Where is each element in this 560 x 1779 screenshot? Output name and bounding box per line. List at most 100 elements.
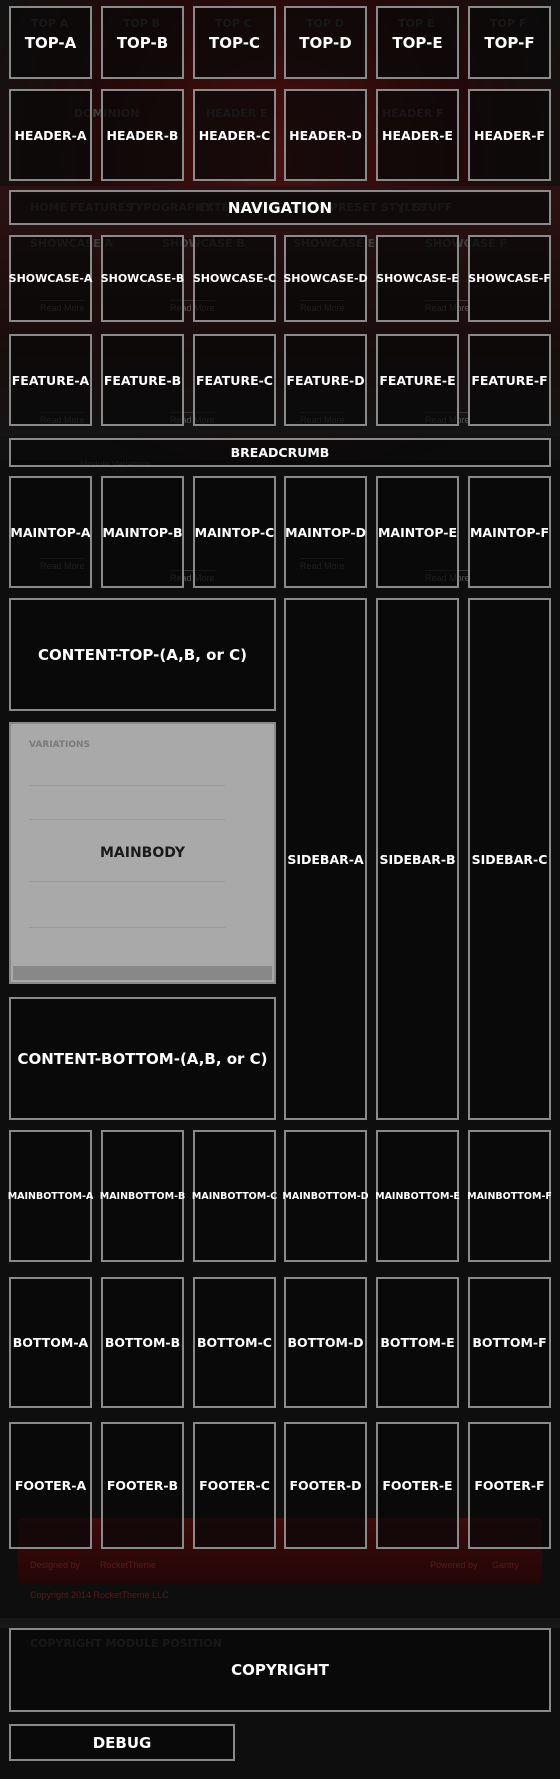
navigation-position-label: NAVIGATION	[227, 198, 333, 217]
top-b-position-label: TOP-B	[116, 33, 169, 52]
mainbottom-a-position: MAINBOTTOM-A	[7, 1130, 94, 1262]
bottom-d-position: BOTTOM-D	[284, 1277, 367, 1408]
content-bottom-position: CONTENT-BOTTOM-(A,B, or C)	[9, 997, 276, 1120]
showcase-c-position-label: SHOWCASE-C	[192, 272, 277, 285]
maintop-b-position: MAINTOP-B	[101, 476, 184, 588]
feature-c-position: FEATURE-C	[193, 334, 276, 426]
bottom-e-position-label: BOTTOM-E	[380, 1335, 455, 1350]
copyright-strip	[0, 1618, 560, 1628]
breadcrumb-position: BREADCRUMB	[9, 438, 551, 467]
showcase-f-position-label: SHOWCASE-F	[468, 272, 551, 285]
content-bottom-position-label: CONTENT-BOTTOM-(A,B, or C)	[17, 1049, 268, 1068]
bottom-c-position: BOTTOM-C	[193, 1277, 276, 1408]
top-e-position-label: TOP-E	[392, 33, 443, 52]
mainbottom-d-position: MAINBOTTOM-D	[282, 1130, 369, 1262]
feature-d-position: FEATURE-D	[284, 334, 367, 426]
showcase-a-position: SHOWCASE-A	[9, 235, 92, 322]
debug-position-label: DEBUG	[92, 1733, 152, 1752]
bottom-b-position: BOTTOM-B	[101, 1277, 184, 1408]
sidebar-c-position-label: SIDEBAR-C	[471, 851, 548, 867]
showcase-f-position: SHOWCASE-F	[468, 235, 551, 322]
mainbottom-f-position-label: MAINBOTTOM-F	[467, 1190, 552, 1202]
top-f-position-label: TOP-F	[484, 33, 535, 52]
top-b-position: TOP-B	[101, 6, 184, 79]
mainbottom-d-position-label: MAINBOTTOM-D	[282, 1190, 369, 1202]
mainbody-label: MAINBODY	[99, 845, 185, 861]
feature-d-position-label: FEATURE-D	[286, 372, 365, 388]
top-a-position: TOP-A	[9, 6, 92, 79]
maintop-e-position: MAINTOP-E	[376, 476, 459, 588]
showcase-a-position-label: SHOWCASE-A	[8, 272, 93, 285]
footer-e-position: FOOTER-E	[376, 1422, 459, 1549]
maintop-a-position-label: MAINTOP-A	[10, 524, 91, 540]
top-e-position: TOP-E	[376, 6, 459, 79]
bottom-a-position-label: BOTTOM-A	[12, 1335, 89, 1350]
feature-e-position: FEATURE-E	[376, 334, 459, 426]
showcase-e-position-label: SHOWCASE-E	[376, 272, 459, 285]
feature-c-position-label: FEATURE-C	[196, 372, 273, 388]
footer-f-position: FOOTER-F	[468, 1422, 551, 1549]
showcase-e-position: SHOWCASE-E	[376, 235, 459, 322]
maintop-b-position-label: MAINTOP-B	[102, 524, 183, 540]
mainbottom-a-position-label: MAINBOTTOM-A	[7, 1190, 94, 1202]
header-c-position: HEADER-C	[193, 89, 276, 181]
footer-b-position-label: FOOTER-B	[106, 1478, 179, 1493]
showcase-d-position-label: SHOWCASE-D	[283, 272, 368, 285]
header-a-position-label: HEADER-A	[14, 127, 87, 143]
feature-f-position: FEATURE-F	[468, 334, 551, 426]
feature-a-position-label: FEATURE-A	[11, 372, 90, 388]
sidebar-a-position-label: SIDEBAR-A	[287, 851, 364, 867]
footer-a-position: FOOTER-A	[9, 1422, 92, 1549]
header-b-position: HEADER-B	[101, 89, 184, 181]
top-f-position: TOP-F	[468, 6, 551, 79]
footer-f-position-label: FOOTER-F	[474, 1478, 545, 1493]
maintop-c-position-label: MAINTOP-C	[194, 524, 275, 540]
sidebar-b-position: SIDEBAR-B	[376, 598, 459, 1120]
mainbottom-f-position: MAINBOTTOM-F	[467, 1130, 552, 1262]
maintop-f-position-label: MAINTOP-F	[469, 524, 550, 540]
debug-position: DEBUG	[9, 1724, 235, 1761]
footer-d-position: FOOTER-D	[284, 1422, 367, 1549]
bottom-d-position-label: BOTTOM-D	[287, 1335, 364, 1350]
layout-page: TOP ATOP BTOP CTOP DTOP ETOP FdominionHE…	[0, 0, 560, 1779]
header-d-position-label: HEADER-D	[289, 127, 362, 143]
footer-background	[18, 1518, 542, 1584]
bottom-a-position: BOTTOM-A	[9, 1277, 92, 1408]
showcase-b-position-label: SHOWCASE-B	[100, 272, 185, 285]
footer-d-position-label: FOOTER-D	[289, 1478, 362, 1493]
bottom-f-position: BOTTOM-F	[468, 1277, 551, 1408]
showcase-b-position: SHOWCASE-B	[101, 235, 184, 322]
showcase-c-position: SHOWCASE-C	[193, 235, 276, 322]
footer-c-position-label: FOOTER-C	[199, 1478, 270, 1493]
footer-e-position-label: FOOTER-E	[382, 1478, 453, 1493]
sidebar-b-position-label: SIDEBAR-B	[379, 851, 456, 867]
top-c-position-label: TOP-C	[209, 33, 260, 52]
mainbottom-e-position: MAINBOTTOM-E	[375, 1130, 460, 1262]
powered-by: Powered by	[430, 1560, 478, 1570]
top-c-position: TOP-C	[193, 6, 276, 79]
mainbottom-e-position-label: MAINBOTTOM-E	[375, 1190, 460, 1202]
copyright-position: COPYRIGHT	[9, 1628, 551, 1712]
maintop-d-position-label: MAINTOP-D	[285, 524, 366, 540]
feature-b-position: FEATURE-B	[101, 334, 184, 426]
footer-c-position: FOOTER-C	[193, 1422, 276, 1549]
footer-b-position: FOOTER-B	[101, 1422, 184, 1549]
header-f-position: HEADER-F	[468, 89, 551, 181]
top-d-position-label: TOP-D	[299, 33, 352, 52]
maintop-f-position: MAINTOP-F	[468, 476, 551, 588]
content-top-position-label: CONTENT-TOP-(A,B, or C)	[38, 645, 247, 664]
bottom-c-position-label: BOTTOM-C	[197, 1335, 272, 1350]
content-top-position: CONTENT-TOP-(A,B, or C)	[9, 598, 276, 711]
header-f-position-label: HEADER-F	[474, 127, 545, 143]
feature-b-position-label: FEATURE-B	[103, 372, 182, 388]
mainbody-position: VARIATIONS _____________________________…	[9, 722, 276, 984]
feature-a-position: FEATURE-A	[9, 334, 92, 426]
maintop-d-position: MAINTOP-D	[284, 476, 367, 588]
header-a-position: HEADER-A	[9, 89, 92, 181]
header-d-position: HEADER-D	[284, 89, 367, 181]
sidebar-a-position: SIDEBAR-A	[284, 598, 367, 1120]
navigation-position: NAVIGATION	[9, 190, 551, 225]
mainbottom-c-position-label: MAINBOTTOM-C	[191, 1190, 278, 1202]
bottom-b-position-label: BOTTOM-B	[104, 1335, 181, 1350]
mainbottom-b-position: MAINBOTTOM-B	[100, 1130, 185, 1262]
